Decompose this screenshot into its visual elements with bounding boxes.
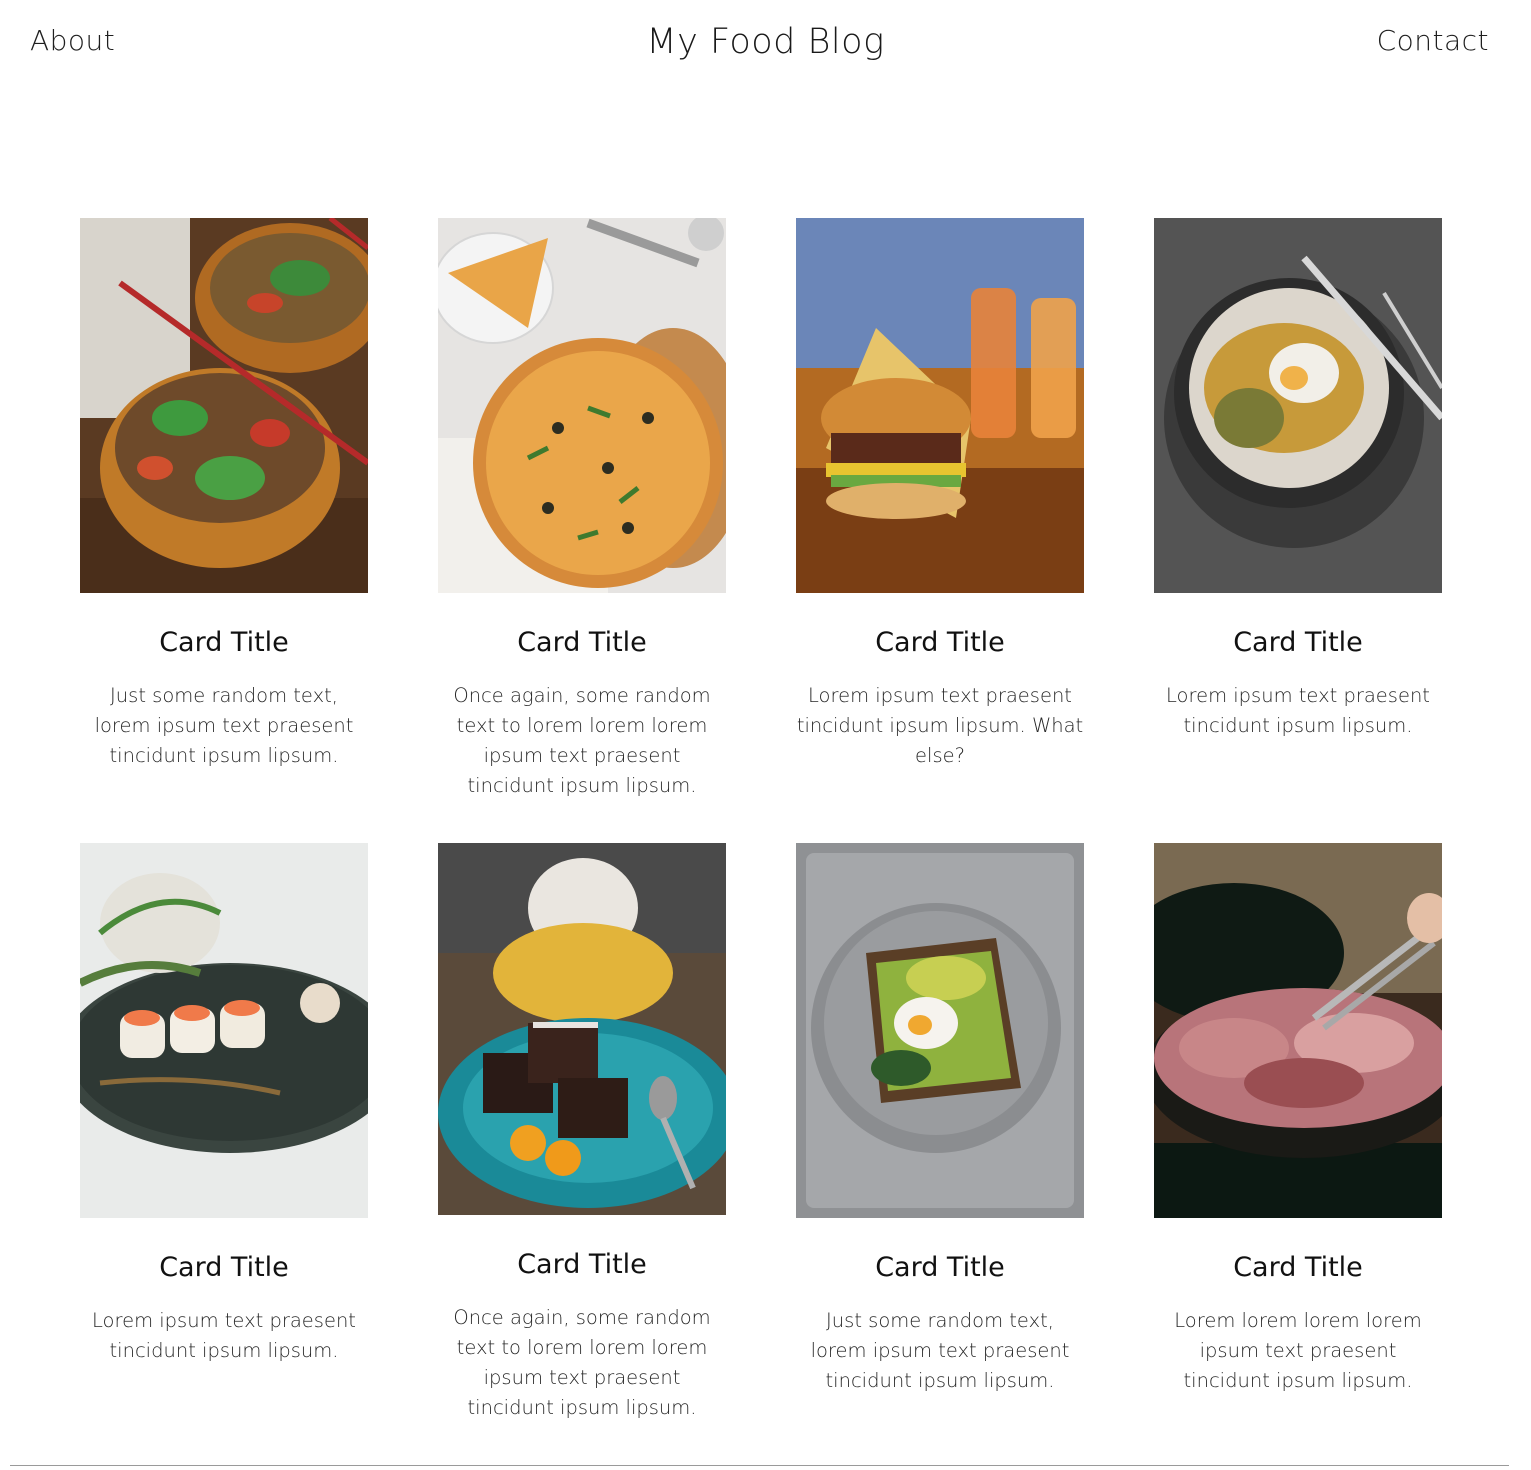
card-text: Lorem ipsum text praesent tincidunt ipsu… bbox=[92, 1309, 356, 1362]
brownie-image[interactable] bbox=[438, 843, 726, 1215]
avocado-toast-image[interactable] bbox=[796, 843, 1084, 1218]
footer-divider bbox=[10, 1465, 1509, 1466]
card-title: Card Title bbox=[517, 1249, 647, 1280]
card[interactable]: Card Title Lorem ipsum text praesent tin… bbox=[80, 843, 368, 1468]
card[interactable]: Card Title Once again, some random text … bbox=[438, 218, 726, 843]
card-title: Card Title bbox=[875, 627, 1005, 658]
card-text: Just some random text, lorem ipsum text … bbox=[810, 1309, 1070, 1392]
egg-plate-image[interactable] bbox=[1154, 218, 1442, 593]
sushi-image[interactable] bbox=[80, 843, 368, 1218]
card-text: Once again, some random text to lorem lo… bbox=[453, 1306, 711, 1419]
card-text: Just some random text, lorem ipsum text … bbox=[94, 684, 354, 767]
card-title: Card Title bbox=[1233, 1252, 1363, 1283]
noodle-bowls-image[interactable] bbox=[80, 218, 368, 593]
card[interactable]: Card Title Once again, some random text … bbox=[438, 843, 726, 1468]
card-title: Card Title bbox=[159, 627, 289, 658]
card-title: Card Title bbox=[159, 1252, 289, 1283]
card-title: Card Title bbox=[875, 1252, 1005, 1283]
site-title[interactable]: My Food Blog bbox=[0, 22, 1531, 62]
site-header: About My Food Blog Contact bbox=[0, 0, 1531, 90]
nav-contact-link[interactable]: Contact bbox=[1377, 24, 1489, 57]
card[interactable]: Card Title Lorem ipsum text praesent tin… bbox=[1154, 218, 1442, 843]
card-title: Card Title bbox=[517, 627, 647, 658]
grill-meat-image[interactable] bbox=[1154, 843, 1442, 1218]
card[interactable]: Card Title Just some random text, lorem … bbox=[80, 218, 368, 843]
pizza-image[interactable] bbox=[438, 218, 726, 593]
card-text: Lorem ipsum text praesent tincidunt ipsu… bbox=[796, 684, 1084, 767]
card-text: Lorem lorem lorem lorem ipsum text praes… bbox=[1174, 1309, 1422, 1392]
card[interactable]: Card Title Lorem lorem lorem lorem ipsum… bbox=[1154, 843, 1442, 1468]
card[interactable]: Card Title Just some random text, lorem … bbox=[796, 843, 1084, 1468]
card-title: Card Title bbox=[1233, 627, 1363, 658]
card-text: Lorem ipsum text praesent tincidunt ipsu… bbox=[1166, 684, 1430, 737]
card-text: Once again, some random text to lorem lo… bbox=[453, 684, 711, 797]
card-grid: Card Title Just some random text, lorem … bbox=[80, 218, 1442, 1468]
burger-image[interactable] bbox=[796, 218, 1084, 593]
card[interactable]: Card Title Lorem ipsum text praesent tin… bbox=[796, 218, 1084, 843]
